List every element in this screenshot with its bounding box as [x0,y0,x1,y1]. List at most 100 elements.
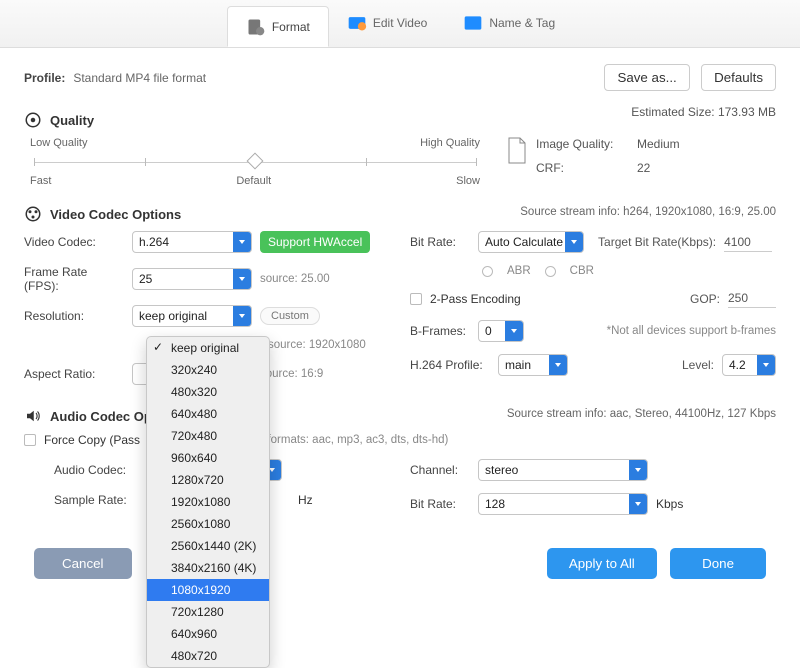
default-label: Default [236,175,271,187]
slow-label: Slow [456,175,480,187]
tab-bar: Format Edit Video Name & Tag [0,0,800,48]
sample-rate-label: Sample Rate: [54,493,154,507]
name-tag-icon [463,13,483,33]
chevron-down-icon [505,321,523,341]
profile-value: Standard MP4 file format [73,71,206,85]
estimated-size-value: 173.93 MB [718,105,776,119]
fast-label: Fast [30,175,51,187]
save-as-button[interactable]: Save as... [604,64,689,91]
audio-bitrate-unit: Kbps [656,497,683,511]
abr-radio[interactable] [482,266,493,277]
film-icon [24,205,42,223]
channel-select[interactable]: stereo [478,459,648,481]
video-codec-select[interactable]: h.264 [132,231,252,253]
apply-to-all-button[interactable]: Apply to All [547,548,657,579]
sample-rate-unit: Hz [298,493,313,507]
audio-bitrate-label: Bit Rate: [410,497,470,511]
tab-edit-label: Edit Video [373,16,428,30]
dialog-footer: Cancel Apply to All Done [0,538,800,595]
chevron-down-icon [233,306,251,326]
chevron-down-icon [549,355,567,375]
channel-label: Channel: [410,463,470,477]
tab-edit-video[interactable]: Edit Video [329,0,446,47]
quality-heading: Quality [24,111,94,129]
defaults-button[interactable]: Defaults [701,64,776,91]
audio-codec-label: Audio Codec: [54,463,154,477]
quality-slider[interactable] [34,153,476,171]
resolution-option[interactable]: keep original [147,337,269,359]
bframes-label: B-Frames: [410,324,470,338]
gear-icon [24,111,42,129]
crf-label: CRF: [536,161,621,175]
profile-label: Profile: [24,71,65,85]
two-pass-checkbox[interactable] [410,293,422,305]
cbr-label: CBR [570,265,594,277]
hwaccel-badge: Support HWAccel [260,231,370,253]
tab-nametag-label: Name & Tag [489,16,555,30]
chevron-down-icon [629,460,647,480]
target-bitrate-input[interactable] [724,233,772,252]
document-icon [506,137,528,165]
image-quality-label: Image Quality: [536,137,621,151]
resolution-option[interactable]: 3840x2160 (4K) [147,557,269,579]
aspect-ratio-label: Aspect Ratio: [24,367,124,381]
resolution-option[interactable]: 720x480 [147,425,269,447]
resolution-option[interactable]: 2560x1440 (2K) [147,535,269,557]
h264-profile-select[interactable]: main [498,354,568,376]
chevron-down-icon [757,355,775,375]
channel-value: stereo [479,460,647,480]
resolution-dropdown[interactable]: keep original320x240480x320640x480720x48… [146,336,270,668]
cbr-radio[interactable] [545,266,556,277]
speaker-icon [24,407,42,425]
tab-format[interactable]: Format [227,6,329,47]
h264-profile-label: H.264 Profile: [410,358,490,372]
tab-name-tag[interactable]: Name & Tag [445,0,573,47]
video-codec-heading: Video Codec Options [24,205,181,223]
gop-label: GOP: [690,292,720,306]
fps-label: Frame Rate (FPS): [24,265,124,293]
audio-source-info: Source stream info: aac, Stereo, 44100Hz… [507,408,776,420]
quality-heading-label: Quality [50,113,94,128]
resolution-option[interactable]: 480x720 [147,645,269,667]
gop-input[interactable] [728,289,776,308]
level-select[interactable]: 4.2 [722,354,776,376]
resolution-option[interactable]: 1280x720 [147,469,269,491]
resolution-option[interactable]: 640x480 [147,403,269,425]
fps-select[interactable]: 25 [132,268,252,290]
cancel-button[interactable]: Cancel [34,548,132,579]
bframes-note: *Not all devices support b-frames [607,325,776,337]
bitrate-select[interactable]: Auto Calculate [478,231,584,253]
resolution-option[interactable]: 1080x1920 [147,579,269,601]
level-label: Level: [682,358,714,372]
crf-value: 22 [637,161,650,175]
high-quality-label: High Quality [420,137,480,149]
resolution-label: Resolution: [24,309,124,323]
bframes-select[interactable]: 0 [478,320,524,342]
tab-format-label: Format [272,20,310,34]
resolution-option[interactable]: 320x240 [147,359,269,381]
two-pass-label: 2-Pass Encoding [430,292,521,306]
abr-label: ABR [507,265,531,277]
edit-video-icon [347,13,367,33]
video-codec-label: Video Codec: [24,235,124,249]
video-codec-heading-label: Video Codec Options [50,207,181,222]
resolution-select[interactable]: keep original [132,305,252,327]
image-quality-value: Medium [637,137,680,151]
chevron-down-icon [233,269,251,289]
audio-bitrate-value: 128 [479,494,647,514]
resolution-option[interactable]: 640x960 [147,623,269,645]
force-copy-label: Force Copy (Pass [44,433,140,447]
profile-row: Profile: Standard MP4 file format Save a… [24,64,776,91]
resolution-option[interactable]: 1920x1080 [147,491,269,513]
chevron-down-icon [233,232,251,252]
resolution-option[interactable]: 480x320 [147,381,269,403]
quality-slider-thumb[interactable] [247,153,264,170]
audio-bitrate-select[interactable]: 128 [478,493,648,515]
resolution-option[interactable]: 720x1280 [147,601,269,623]
force-copy-checkbox[interactable] [24,434,36,446]
resolution-option[interactable]: 960x640 [147,447,269,469]
resolution-custom-button[interactable]: Custom [260,307,320,325]
resolution-option[interactable]: 2560x1080 [147,513,269,535]
low-quality-label: Low Quality [30,137,87,149]
done-button[interactable]: Done [670,548,766,579]
